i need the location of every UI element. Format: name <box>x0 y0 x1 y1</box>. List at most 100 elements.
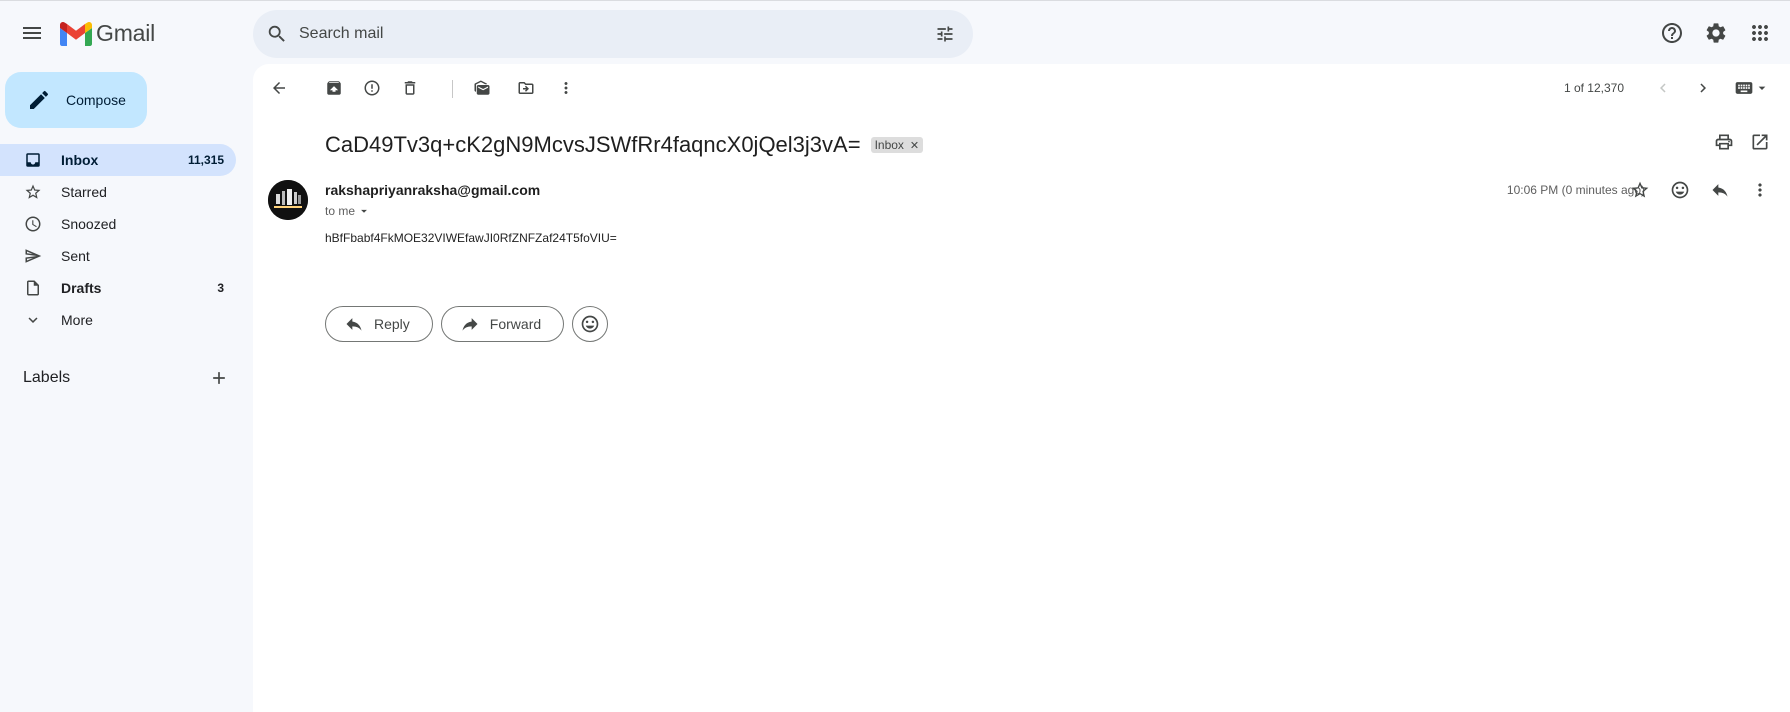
app-name: Gmail <box>96 20 156 46</box>
sidebar-item-label: Inbox <box>61 152 99 168</box>
sidebar-item-sent[interactable]: Sent <box>0 240 236 272</box>
tune-icon <box>937 26 953 42</box>
emoji-icon <box>1671 181 1689 199</box>
search-button[interactable] <box>257 14 297 54</box>
reply-icon-button[interactable] <box>1700 170 1740 210</box>
recipient-details[interactable]: to me <box>325 204 371 218</box>
sidebar-item-label: More <box>61 312 93 328</box>
sidebar-item-snoozed[interactable]: Snoozed <box>0 208 236 240</box>
gear-icon <box>1706 23 1726 43</box>
mark-unread-button[interactable] <box>462 68 502 108</box>
more-vert-icon <box>1758 183 1762 197</box>
subject-actions <box>1706 124 1778 160</box>
sidebar-item-more[interactable]: More <box>0 304 236 336</box>
unread-count: 11,315 <box>187 153 224 167</box>
label-chip-text: Inbox <box>874 138 904 152</box>
sidebar-item-label: Drafts <box>61 280 102 296</box>
top-bar: Gmail <box>0 0 1790 64</box>
emoji-reaction-button[interactable] <box>572 306 609 342</box>
print-icon <box>1715 134 1733 150</box>
sidebar-item-starred[interactable]: Starred <box>0 176 236 208</box>
help-icon <box>1662 23 1682 43</box>
compose-label: Compose <box>66 92 126 108</box>
gmail-logo[interactable]: Gmail <box>60 20 155 47</box>
pagination-text: 1 of 12,370 <box>1563 81 1624 95</box>
labels-section-header: Labels <box>23 364 233 392</box>
email-subject: CaD49Tv3q+cK2gN9McvsJSWfRr4faqncX0jQel3j… <box>325 132 861 157</box>
reply-icon <box>346 318 362 331</box>
email-body: hBfFbabf4FkMOE32VIWEfawJI0RfZNFZaf24T5fo… <box>325 231 617 245</box>
top-right-actions <box>1652 13 1780 53</box>
plus-icon <box>213 372 225 384</box>
older-button[interactable] <box>1683 68 1723 108</box>
send-icon <box>25 249 42 263</box>
message-pane: 1 of 12,370 CaD49Tv3q+cK2gN9McvsJSWfRr4f… <box>253 64 1790 712</box>
report-icon <box>364 80 380 96</box>
inbox-icon <box>26 153 40 167</box>
pencil-icon <box>30 90 49 109</box>
search-icon <box>268 25 285 42</box>
archive-icon <box>327 81 341 95</box>
sidebar-nav: Inbox 11,315 Starred Snoozed Sent Drafts… <box>0 144 236 336</box>
reply-label: Reply <box>374 316 410 332</box>
trash-icon <box>404 81 416 95</box>
sender-avatar[interactable] <box>268 180 308 220</box>
message-toolbar: 1 of 12,370 <box>253 64 1790 112</box>
mark-unread-icon <box>474 80 490 95</box>
create-label-button[interactable] <box>205 364 233 392</box>
more-actions-button[interactable] <box>546 68 586 108</box>
move-to-button[interactable] <box>506 68 546 108</box>
sender-email[interactable]: rakshapriyanraksha@gmail.com <box>325 182 540 198</box>
more-vert-icon <box>564 82 568 94</box>
compose-button[interactable]: Compose <box>5 72 147 128</box>
search-bar[interactable] <box>253 10 973 58</box>
support-button[interactable] <box>1652 13 1692 53</box>
remove-label-icon[interactable]: ✕ <box>910 139 919 152</box>
draft-count: 3 <box>217 281 224 295</box>
move-folder-icon <box>518 82 534 94</box>
reply-button[interactable]: Reply <box>325 306 433 342</box>
star-button[interactable] <box>1620 170 1660 210</box>
apps-button[interactable] <box>1740 13 1780 53</box>
sidebar-item-label: Snoozed <box>61 216 117 232</box>
hamburger-menu-icon <box>23 27 41 39</box>
reply-actions: Reply Forward <box>325 306 609 342</box>
reply-icon <box>1712 184 1728 197</box>
open-new-window-button[interactable] <box>1742 124 1778 160</box>
report-spam-button[interactable] <box>352 68 392 108</box>
search-input[interactable] <box>299 25 925 43</box>
print-button[interactable] <box>1706 124 1742 160</box>
sidebar: Compose Inbox 11,315 Starred Snoozed Sen… <box>0 64 253 712</box>
input-tools-button[interactable] <box>1734 78 1770 98</box>
labels-title: Labels <box>23 369 71 386</box>
toolbar-divider <box>452 80 453 98</box>
clock-icon <box>25 216 41 232</box>
forward-button[interactable]: Forward <box>440 306 565 342</box>
search-options-button[interactable] <box>925 14 965 54</box>
add-reaction-button[interactable] <box>1660 170 1700 210</box>
forward-label: Forward <box>489 316 542 332</box>
caret-down-icon <box>1758 86 1766 90</box>
forward-icon <box>462 318 478 331</box>
delete-button[interactable] <box>390 68 430 108</box>
sidebar-item-label: Starred <box>61 184 107 200</box>
back-button[interactable] <box>259 68 299 108</box>
subject-row: CaD49Tv3q+cK2gN9McvsJSWfRr4faqncX0jQel3j… <box>325 132 924 158</box>
dropdown-caret-icon <box>361 209 367 213</box>
newer-button[interactable] <box>1643 68 1683 108</box>
message-more-button[interactable] <box>1740 170 1780 210</box>
inbox-label-chip[interactable]: Inbox ✕ <box>870 137 924 153</box>
sidebar-item-drafts[interactable]: Drafts 3 <box>0 272 236 304</box>
sidebar-item-inbox[interactable]: Inbox 11,315 <box>0 144 236 176</box>
keyboard-icon <box>1735 82 1753 94</box>
open-in-new-icon <box>1752 134 1768 150</box>
settings-button[interactable] <box>1696 13 1736 53</box>
star-icon <box>25 184 41 199</box>
chevron-left-icon <box>1660 83 1666 93</box>
main-menu-button[interactable] <box>12 13 52 53</box>
arrow-back-icon <box>273 82 285 94</box>
emoji-icon <box>581 315 599 333</box>
message-actions <box>1620 170 1780 210</box>
chevron-right-icon <box>1700 83 1706 93</box>
archive-button[interactable] <box>314 68 354 108</box>
